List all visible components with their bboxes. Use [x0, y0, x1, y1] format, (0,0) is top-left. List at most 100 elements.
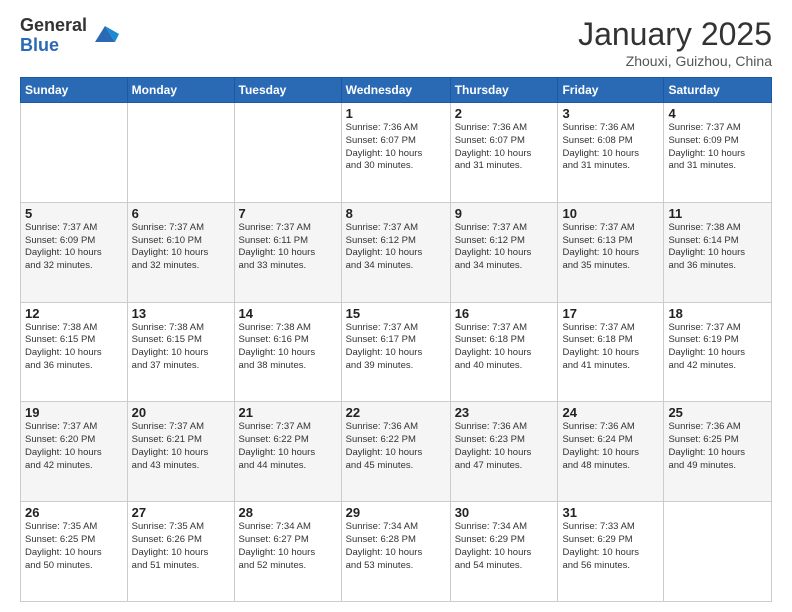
calendar-table: Sunday Monday Tuesday Wednesday Thursday…	[20, 77, 772, 602]
calendar-cell: 28Sunrise: 7:34 AM Sunset: 6:27 PM Dayli…	[234, 502, 341, 602]
day-number: 29	[346, 505, 446, 520]
day-number: 4	[668, 106, 767, 121]
day-info: Sunrise: 7:34 AM Sunset: 6:27 PM Dayligh…	[239, 521, 337, 572]
calendar-cell: 31Sunrise: 7:33 AM Sunset: 6:29 PM Dayli…	[558, 502, 664, 602]
calendar-cell	[234, 103, 341, 203]
day-info: Sunrise: 7:37 AM Sunset: 6:09 PM Dayligh…	[668, 122, 767, 173]
calendar-cell: 16Sunrise: 7:37 AM Sunset: 6:18 PM Dayli…	[450, 302, 558, 402]
day-number: 25	[668, 405, 767, 420]
calendar-cell: 19Sunrise: 7:37 AM Sunset: 6:20 PM Dayli…	[21, 402, 128, 502]
calendar-cell: 14Sunrise: 7:38 AM Sunset: 6:16 PM Dayli…	[234, 302, 341, 402]
calendar-week-5: 26Sunrise: 7:35 AM Sunset: 6:25 PM Dayli…	[21, 502, 772, 602]
col-saturday: Saturday	[664, 78, 772, 103]
col-monday: Monday	[127, 78, 234, 103]
day-info: Sunrise: 7:37 AM Sunset: 6:17 PM Dayligh…	[346, 322, 446, 373]
calendar-cell: 30Sunrise: 7:34 AM Sunset: 6:29 PM Dayli…	[450, 502, 558, 602]
day-number: 1	[346, 106, 446, 121]
day-info: Sunrise: 7:36 AM Sunset: 6:23 PM Dayligh…	[455, 421, 554, 472]
calendar-cell: 7Sunrise: 7:37 AM Sunset: 6:11 PM Daylig…	[234, 202, 341, 302]
calendar-week-4: 19Sunrise: 7:37 AM Sunset: 6:20 PM Dayli…	[21, 402, 772, 502]
location: Zhouxi, Guizhou, China	[578, 53, 772, 69]
calendar-cell: 1Sunrise: 7:36 AM Sunset: 6:07 PM Daylig…	[341, 103, 450, 203]
calendar-cell: 8Sunrise: 7:37 AM Sunset: 6:12 PM Daylig…	[341, 202, 450, 302]
day-info: Sunrise: 7:36 AM Sunset: 6:07 PM Dayligh…	[455, 122, 554, 173]
day-number: 16	[455, 306, 554, 321]
calendar-cell: 2Sunrise: 7:36 AM Sunset: 6:07 PM Daylig…	[450, 103, 558, 203]
day-info: Sunrise: 7:37 AM Sunset: 6:22 PM Dayligh…	[239, 421, 337, 472]
day-info: Sunrise: 7:38 AM Sunset: 6:14 PM Dayligh…	[668, 222, 767, 273]
calendar-week-3: 12Sunrise: 7:38 AM Sunset: 6:15 PM Dayli…	[21, 302, 772, 402]
day-info: Sunrise: 7:37 AM Sunset: 6:20 PM Dayligh…	[25, 421, 123, 472]
col-sunday: Sunday	[21, 78, 128, 103]
calendar-cell: 13Sunrise: 7:38 AM Sunset: 6:15 PM Dayli…	[127, 302, 234, 402]
calendar-cell	[664, 502, 772, 602]
day-info: Sunrise: 7:37 AM Sunset: 6:13 PM Dayligh…	[562, 222, 659, 273]
day-number: 22	[346, 405, 446, 420]
day-info: Sunrise: 7:37 AM Sunset: 6:11 PM Dayligh…	[239, 222, 337, 273]
calendar-page: General Blue January 2025 Zhouxi, Guizho…	[0, 0, 792, 612]
col-friday: Friday	[558, 78, 664, 103]
day-number: 9	[455, 206, 554, 221]
day-info: Sunrise: 7:37 AM Sunset: 6:18 PM Dayligh…	[455, 322, 554, 373]
calendar-cell: 12Sunrise: 7:38 AM Sunset: 6:15 PM Dayli…	[21, 302, 128, 402]
day-number: 28	[239, 505, 337, 520]
day-number: 3	[562, 106, 659, 121]
logo-icon	[91, 20, 119, 48]
day-number: 12	[25, 306, 123, 321]
logo-text: General Blue	[20, 16, 87, 56]
day-info: Sunrise: 7:36 AM Sunset: 6:25 PM Dayligh…	[668, 421, 767, 472]
col-thursday: Thursday	[450, 78, 558, 103]
calendar-cell: 3Sunrise: 7:36 AM Sunset: 6:08 PM Daylig…	[558, 103, 664, 203]
day-info: Sunrise: 7:36 AM Sunset: 6:24 PM Dayligh…	[562, 421, 659, 472]
day-info: Sunrise: 7:35 AM Sunset: 6:26 PM Dayligh…	[132, 521, 230, 572]
day-number: 13	[132, 306, 230, 321]
day-number: 2	[455, 106, 554, 121]
calendar-cell: 21Sunrise: 7:37 AM Sunset: 6:22 PM Dayli…	[234, 402, 341, 502]
calendar-week-1: 1Sunrise: 7:36 AM Sunset: 6:07 PM Daylig…	[21, 103, 772, 203]
day-number: 7	[239, 206, 337, 221]
calendar-cell: 6Sunrise: 7:37 AM Sunset: 6:10 PM Daylig…	[127, 202, 234, 302]
header: General Blue January 2025 Zhouxi, Guizho…	[20, 16, 772, 69]
header-row: Sunday Monday Tuesday Wednesday Thursday…	[21, 78, 772, 103]
calendar-cell: 17Sunrise: 7:37 AM Sunset: 6:18 PM Dayli…	[558, 302, 664, 402]
day-number: 8	[346, 206, 446, 221]
day-number: 26	[25, 505, 123, 520]
day-info: Sunrise: 7:37 AM Sunset: 6:19 PM Dayligh…	[668, 322, 767, 373]
month-title: January 2025	[578, 16, 772, 53]
day-info: Sunrise: 7:34 AM Sunset: 6:29 PM Dayligh…	[455, 521, 554, 572]
day-number: 18	[668, 306, 767, 321]
title-block: January 2025 Zhouxi, Guizhou, China	[578, 16, 772, 69]
day-info: Sunrise: 7:38 AM Sunset: 6:15 PM Dayligh…	[25, 322, 123, 373]
col-wednesday: Wednesday	[341, 78, 450, 103]
day-number: 30	[455, 505, 554, 520]
col-tuesday: Tuesday	[234, 78, 341, 103]
day-number: 5	[25, 206, 123, 221]
day-info: Sunrise: 7:35 AM Sunset: 6:25 PM Dayligh…	[25, 521, 123, 572]
logo: General Blue	[20, 16, 119, 56]
calendar-cell: 18Sunrise: 7:37 AM Sunset: 6:19 PM Dayli…	[664, 302, 772, 402]
day-number: 31	[562, 505, 659, 520]
day-number: 11	[668, 206, 767, 221]
day-info: Sunrise: 7:37 AM Sunset: 6:09 PM Dayligh…	[25, 222, 123, 273]
calendar-cell: 29Sunrise: 7:34 AM Sunset: 6:28 PM Dayli…	[341, 502, 450, 602]
day-info: Sunrise: 7:37 AM Sunset: 6:10 PM Dayligh…	[132, 222, 230, 273]
calendar-cell: 24Sunrise: 7:36 AM Sunset: 6:24 PM Dayli…	[558, 402, 664, 502]
calendar-cell: 11Sunrise: 7:38 AM Sunset: 6:14 PM Dayli…	[664, 202, 772, 302]
calendar-cell: 15Sunrise: 7:37 AM Sunset: 6:17 PM Dayli…	[341, 302, 450, 402]
calendar-cell: 27Sunrise: 7:35 AM Sunset: 6:26 PM Dayli…	[127, 502, 234, 602]
calendar-cell: 25Sunrise: 7:36 AM Sunset: 6:25 PM Dayli…	[664, 402, 772, 502]
day-info: Sunrise: 7:36 AM Sunset: 6:08 PM Dayligh…	[562, 122, 659, 173]
logo-blue: Blue	[20, 36, 87, 56]
calendar-cell	[21, 103, 128, 203]
day-info: Sunrise: 7:36 AM Sunset: 6:07 PM Dayligh…	[346, 122, 446, 173]
day-info: Sunrise: 7:34 AM Sunset: 6:28 PM Dayligh…	[346, 521, 446, 572]
day-number: 15	[346, 306, 446, 321]
day-number: 27	[132, 505, 230, 520]
calendar-cell: 10Sunrise: 7:37 AM Sunset: 6:13 PM Dayli…	[558, 202, 664, 302]
day-number: 24	[562, 405, 659, 420]
day-number: 10	[562, 206, 659, 221]
day-info: Sunrise: 7:38 AM Sunset: 6:16 PM Dayligh…	[239, 322, 337, 373]
day-info: Sunrise: 7:38 AM Sunset: 6:15 PM Dayligh…	[132, 322, 230, 373]
day-number: 23	[455, 405, 554, 420]
day-info: Sunrise: 7:37 AM Sunset: 6:12 PM Dayligh…	[455, 222, 554, 273]
